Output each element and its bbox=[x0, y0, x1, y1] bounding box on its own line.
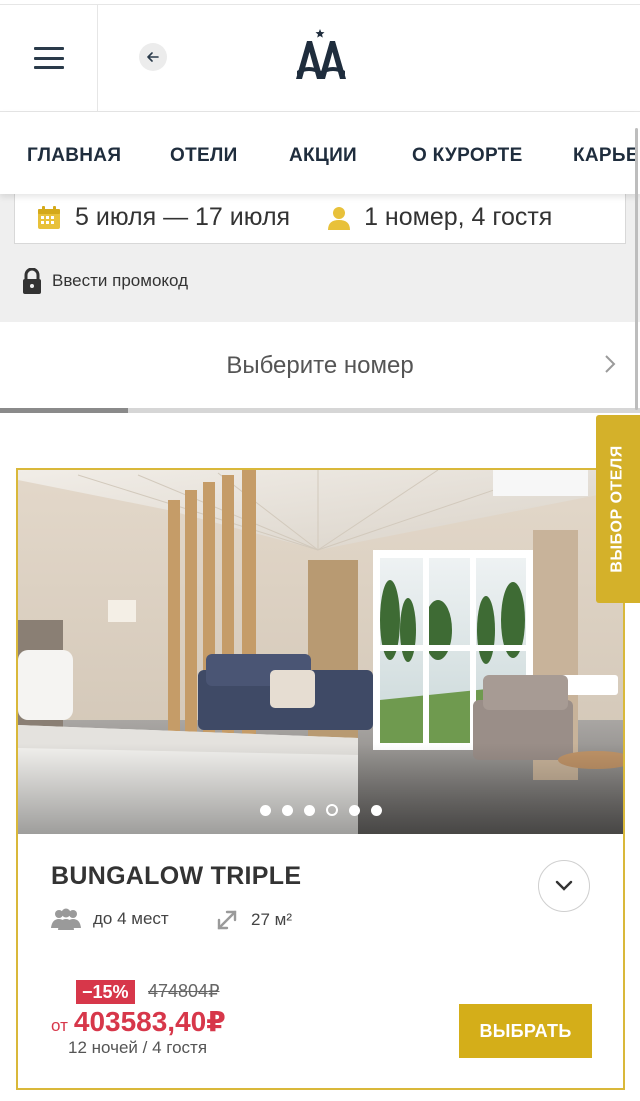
price-prefix: от bbox=[51, 1016, 68, 1035]
back-button[interactable] bbox=[139, 43, 167, 71]
room-card: BUNGALOW TRIPLE до 4 мест 27 м² −15% 474… bbox=[16, 468, 625, 1090]
chevron-right-icon bbox=[605, 355, 616, 373]
search-summary-field[interactable]: 5 июля — 17 июля 1 номер, 4 гостя bbox=[14, 192, 626, 244]
expand-details-button[interactable] bbox=[538, 860, 590, 912]
price: от 403583,40₽ bbox=[51, 1005, 226, 1038]
select-room-button[interactable]: ВЫБРАТЬ bbox=[459, 1004, 592, 1058]
menu-button[interactable] bbox=[0, 5, 98, 111]
site-header bbox=[0, 4, 640, 112]
photo-dot[interactable] bbox=[281, 805, 293, 816]
guest-icon bbox=[328, 206, 351, 230]
page: ГЛАВНАЯ ОТЕЛИ АКЦИИ О КУРОРТЕ КАРЬЕРА 5 … bbox=[0, 0, 640, 1101]
people-icon bbox=[51, 908, 81, 930]
resize-icon bbox=[217, 910, 237, 930]
discount-badge: −15% bbox=[76, 980, 135, 1004]
photo-dot[interactable] bbox=[370, 805, 382, 816]
page-scrollbar[interactable] bbox=[635, 128, 638, 410]
choose-room-label: Выберите номер bbox=[226, 352, 414, 379]
nav-item-home[interactable]: ГЛАВНАЯ bbox=[27, 145, 121, 167]
nav-item-promotions[interactable]: АКЦИИ bbox=[289, 145, 357, 167]
step-progress-fill bbox=[0, 408, 128, 413]
promo-code-link[interactable]: Ввести промокод bbox=[22, 268, 188, 294]
photo-dot[interactable] bbox=[348, 805, 360, 816]
calendar-icon bbox=[38, 205, 60, 229]
main-nav: ГЛАВНАЯ ОТЕЛИ АКЦИИ О КУРОРТЕ КАРЬЕРА bbox=[0, 112, 640, 194]
photo-dot[interactable] bbox=[303, 805, 315, 816]
capacity-text: до 4 мест bbox=[93, 909, 169, 928]
photo-dot[interactable] bbox=[325, 804, 338, 816]
photo-dot[interactable] bbox=[259, 805, 271, 816]
hotel-selection-tab[interactable]: ВЫБОР ОТЕЛЯ bbox=[596, 415, 640, 603]
chevron-down-icon bbox=[555, 880, 573, 891]
photo-pagination bbox=[18, 804, 623, 816]
lock-icon bbox=[23, 268, 41, 294]
booking-summary: 5 июля — 17 июля 1 номер, 4 гостя Ввести… bbox=[0, 192, 640, 322]
promo-code-label: Ввести промокод bbox=[52, 271, 189, 290]
area-text: 27 м² bbox=[251, 910, 292, 929]
nav-item-about-resort[interactable]: О КУРОРТЕ bbox=[412, 145, 523, 167]
room-capacity: до 4 мест bbox=[51, 908, 169, 930]
old-price: 474804₽ bbox=[148, 981, 220, 1001]
room-title: BUNGALOW TRIPLE bbox=[51, 862, 302, 890]
choose-room-step[interactable]: Выберите номер bbox=[0, 322, 640, 410]
price-note: 12 ночей / 4 гостя bbox=[68, 1038, 208, 1057]
arrow-left-icon bbox=[147, 52, 159, 62]
room-area: 27 м² bbox=[215, 908, 292, 932]
guests-text: 1 номер, 4 гостя bbox=[364, 203, 553, 231]
dates-text: 5 июля — 17 июля bbox=[75, 203, 291, 231]
step-progress-bar bbox=[0, 408, 640, 413]
nav-item-career[interactable]: КАРЬЕРА bbox=[573, 145, 640, 167]
nav-item-hotels[interactable]: ОТЕЛИ bbox=[170, 145, 238, 167]
hamburger-icon bbox=[33, 47, 64, 69]
room-photo[interactable] bbox=[18, 470, 623, 834]
resort-logo[interactable] bbox=[293, 23, 349, 87]
hotel-selection-label: ВЫБОР ОТЕЛЯ bbox=[609, 445, 626, 573]
price-value: 403583,40₽ bbox=[73, 1006, 226, 1037]
